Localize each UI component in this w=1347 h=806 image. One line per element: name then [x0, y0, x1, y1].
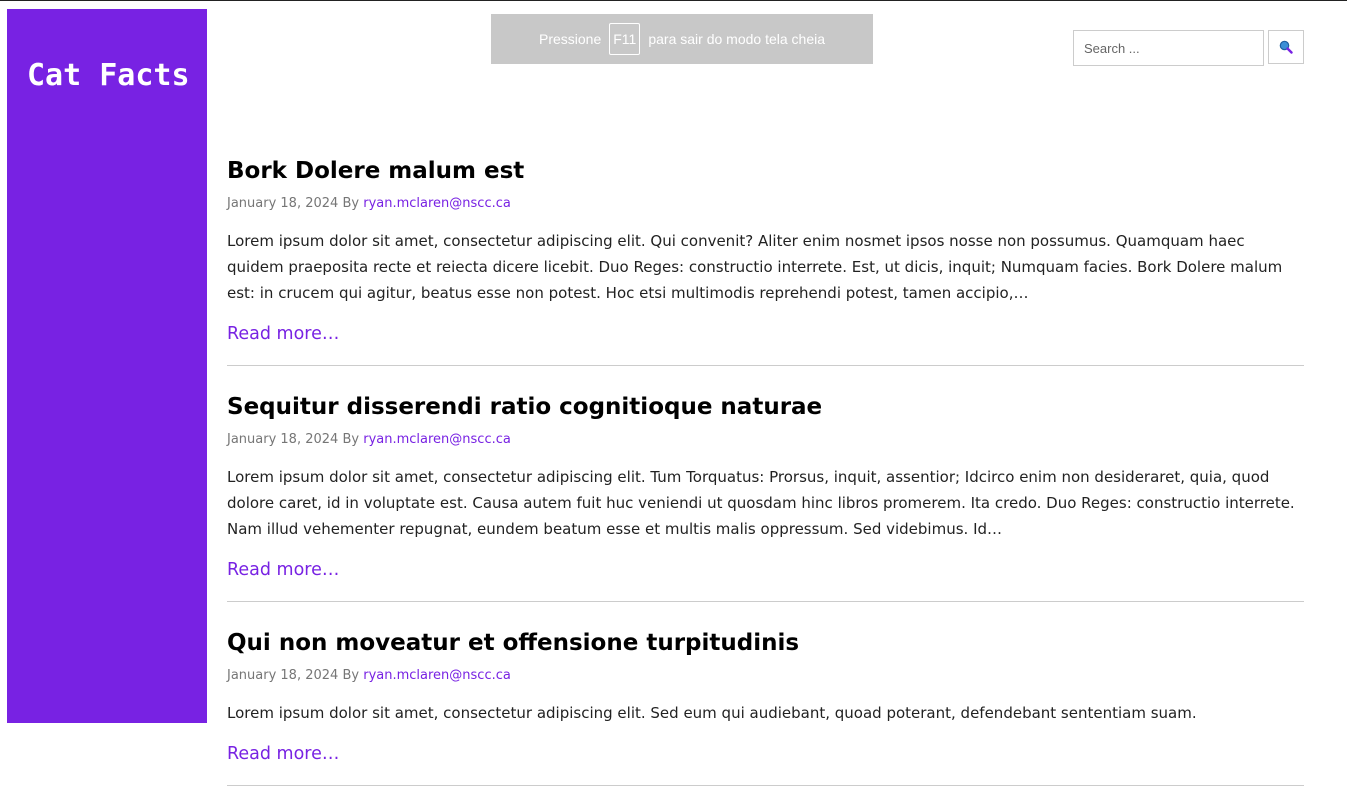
f11-key-label: F11 — [609, 23, 641, 55]
post-list: Bork Dolere malum est January 18, 2024 B… — [227, 150, 1304, 806]
search-icon — [1279, 40, 1293, 54]
fullscreen-notice: Pressione F11 para sair do modo tela che… — [491, 14, 873, 64]
post-excerpt: Lorem ipsum dolor sit amet, consectetur … — [227, 232, 1283, 302]
post-title[interactable]: Bork Dolere malum est — [227, 150, 1304, 192]
search-input[interactable] — [1073, 30, 1264, 66]
post-date: January 18, 2024 — [227, 196, 339, 211]
read-more-link[interactable]: Read more… — [227, 322, 339, 346]
fullscreen-notice-suffix: para sair do modo tela cheia — [648, 31, 826, 47]
fullscreen-notice-prefix: Pressione — [538, 31, 602, 47]
post-meta: January 18, 2024 By ryan.mclaren@nscc.ca — [227, 666, 1304, 686]
post-title[interactable]: Qui non moveatur et offensione turpitudi… — [227, 622, 1304, 664]
post-by-label: By — [342, 196, 360, 211]
post-author-link[interactable]: ryan.mclaren@nscc.ca — [363, 196, 511, 211]
post-meta: January 18, 2024 By ryan.mclaren@nscc.ca — [227, 194, 1304, 214]
post: Bork Dolere malum est January 18, 2024 B… — [227, 150, 1304, 366]
post-date: January 18, 2024 — [227, 668, 339, 683]
post: Sequitur disserendi ratio cognitioque na… — [227, 386, 1304, 602]
search-button[interactable] — [1268, 30, 1304, 64]
post: Qui non moveatur et offensione turpitudi… — [227, 622, 1304, 786]
post-excerpt: Lorem ipsum dolor sit amet, consectetur … — [227, 704, 1197, 722]
read-more-link[interactable]: Read more… — [227, 742, 339, 766]
read-more-link[interactable]: Read more… — [227, 558, 339, 582]
post-date: January 18, 2024 — [227, 432, 339, 447]
post-excerpt: Lorem ipsum dolor sit amet, consectetur … — [227, 468, 1295, 538]
post-author-link[interactable]: ryan.mclaren@nscc.ca — [363, 668, 511, 683]
post-meta: January 18, 2024 By ryan.mclaren@nscc.ca — [227, 430, 1304, 450]
post-by-label: By — [342, 668, 360, 683]
site-title[interactable]: Cat Facts — [27, 54, 197, 98]
post-author-link[interactable]: ryan.mclaren@nscc.ca — [363, 432, 511, 447]
post-title[interactable]: Sequitur disserendi ratio cognitioque na… — [227, 386, 1304, 428]
top-border — [0, 0, 1347, 1]
sidebar: Cat Facts — [7, 9, 207, 723]
post-by-label: By — [342, 432, 360, 447]
